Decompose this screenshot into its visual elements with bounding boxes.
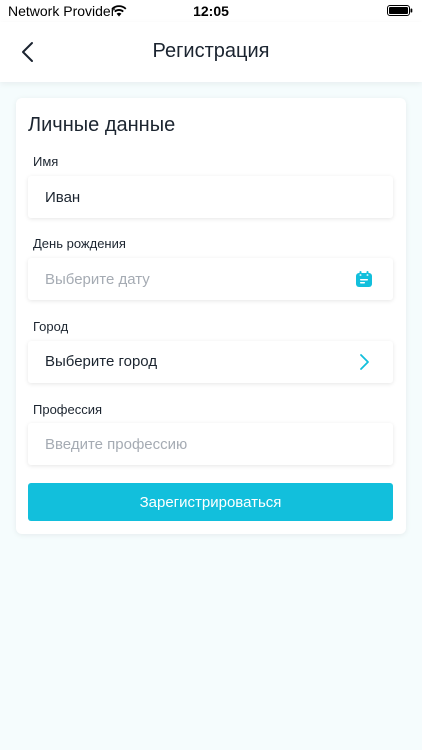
birthday-field-container <box>28 258 393 300</box>
calendar-icon[interactable] <box>355 270 373 288</box>
profession-label: Профессия <box>33 402 103 417</box>
profession-field-container <box>28 423 393 465</box>
page-title: Регистрация <box>152 40 270 62</box>
city-label: Город <box>33 319 69 334</box>
profession-input[interactable] <box>28 423 393 465</box>
name-field-container <box>28 176 393 218</box>
register-button[interactable]: Зарегистрироваться <box>28 483 393 521</box>
name-input[interactable] <box>28 176 393 218</box>
status-bar: Network Provider 12:05 <box>0 0 422 22</box>
birthday-input[interactable] <box>28 258 393 300</box>
name-label: Имя <box>33 154 59 169</box>
registration-form-card: Личные данные Имя День рождения Город Вы… <box>16 98 406 534</box>
city-selector[interactable]: Выберите город <box>28 341 393 383</box>
battery-icon <box>387 5 413 16</box>
birthday-label: День рождения <box>33 236 126 251</box>
city-value: Выберите город <box>45 353 158 370</box>
chevron-right-icon <box>360 354 369 370</box>
section-title: Личные данные <box>28 114 176 136</box>
navigation-bar: Регистрация <box>0 22 422 82</box>
clock: 12:05 <box>193 3 229 19</box>
